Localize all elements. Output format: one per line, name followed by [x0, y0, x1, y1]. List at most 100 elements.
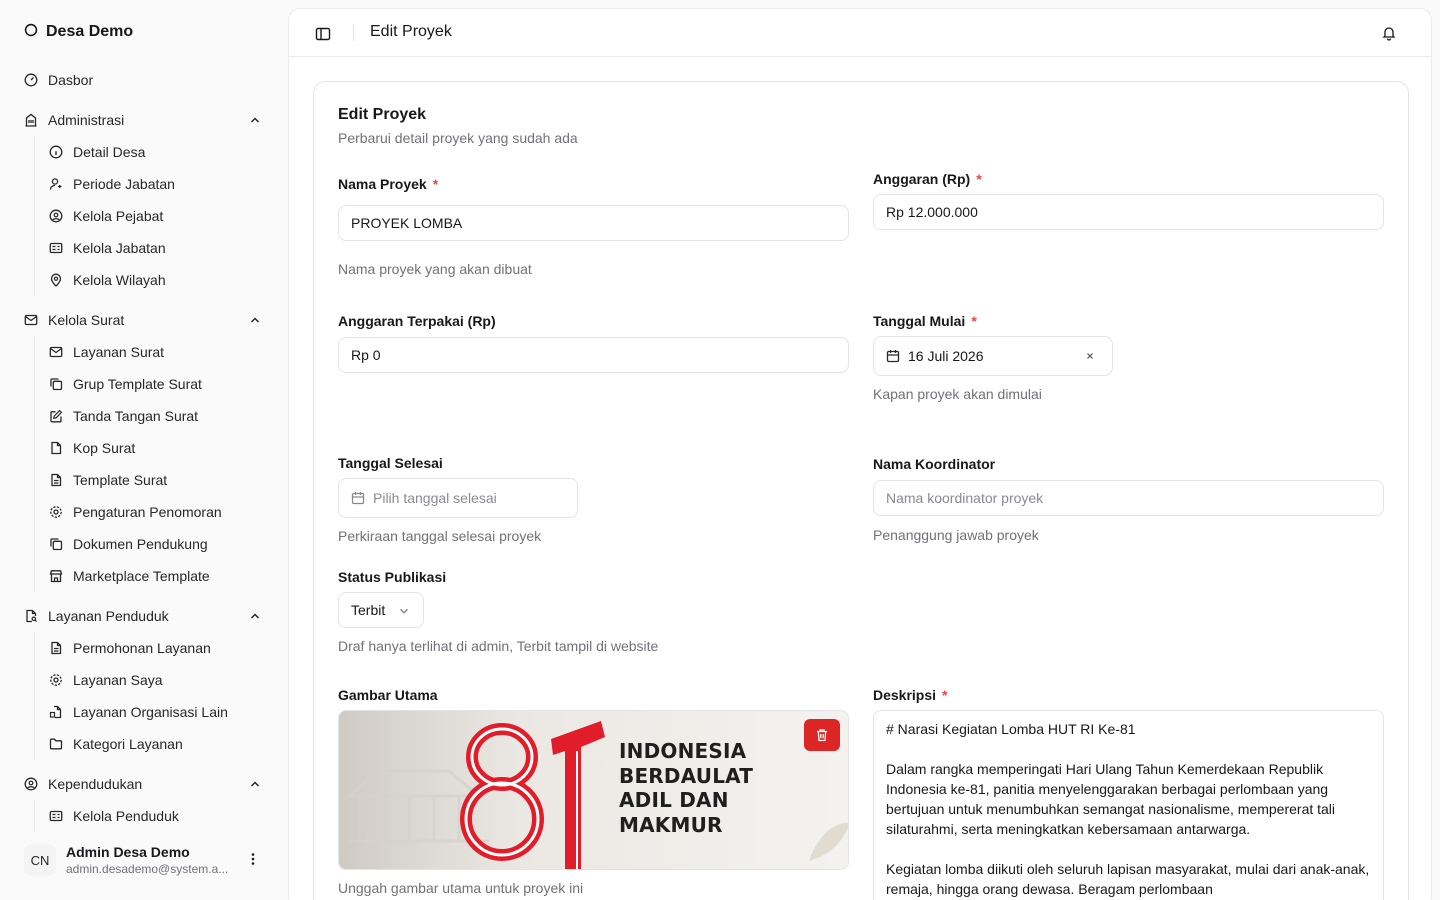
sidebar-item-label: Layanan Surat [73, 344, 165, 360]
sidebar-sublist-kelola-surat: Layanan Surat Grup Template Surat Tanda … [34, 336, 270, 592]
anggaran-value: Rp 12.000.000 [886, 204, 978, 220]
sidebar-group-layanan-penduduk[interactable]: Layanan Penduduk [16, 600, 272, 632]
user-name: Admin Desa Demo [66, 844, 190, 860]
deskripsi-label-text: Deskripsi [873, 687, 937, 703]
anggaran-label-text: Anggaran (Rp) [873, 171, 971, 187]
sidebar-item-tanda-tangan-surat[interactable]: Tanda Tangan Surat [35, 400, 270, 432]
sidebar-group-kelola-surat[interactable]: Kelola Surat [16, 304, 272, 336]
mail-icon [49, 345, 63, 359]
required-mark: * [942, 687, 948, 703]
gambar-utama-label: Gambar Utama [338, 687, 438, 703]
sidebar-group-kependudukan[interactable]: Kependudukan [16, 768, 272, 800]
nama-koordinator-help: Penanggung jawab proyek [873, 527, 1039, 543]
delete-image-button[interactable] [804, 719, 840, 751]
file-share-icon [49, 705, 63, 719]
chevron-up-icon [248, 777, 262, 791]
sidebar-item-label: Kelola Wilayah [73, 272, 166, 288]
sidebar-item-layanan-organisasi-lain[interactable]: Layanan Organisasi Lain [35, 696, 270, 728]
calendar-icon [886, 349, 900, 363]
sidebar-item-periode-jabatan[interactable]: Periode Jabatan [35, 168, 270, 200]
bell-icon[interactable] [1381, 25, 1397, 41]
tanggal-selesai-picker[interactable]: Pilih tanggal selesai [338, 478, 578, 518]
image-tagline: INDONESIA BERDAULAT ADIL DAN MAKMUR [619, 739, 753, 837]
sidebar-item-label: Layanan Organisasi Lain [73, 704, 228, 720]
sidebar-item-label: Periode Jabatan [73, 176, 175, 192]
sidebar-item-label: Tanda Tangan Surat [73, 408, 199, 424]
status-publikasi-select[interactable]: Terbit [338, 592, 425, 628]
sidebar-item-marketplace-template[interactable]: Marketplace Template [35, 560, 270, 592]
chevron-up-icon [248, 609, 262, 623]
sidebar-item-detail-desa[interactable]: Detail Desa [35, 136, 270, 168]
sidebar-group-administrasi[interactable]: Administrasi [16, 104, 272, 136]
id-card-icon [49, 241, 63, 255]
card-title: Edit Proyek [338, 106, 427, 123]
sidebar-item-dasbor[interactable]: Dasbor [16, 64, 272, 96]
card-subtitle: Perbarui detail proyek yang sudah ada [338, 130, 578, 146]
gear-icon [49, 505, 63, 519]
tanggal-mulai-label-text: Tanggal Mulai [873, 313, 966, 329]
store-icon [49, 569, 63, 583]
tanggal-mulai-picker[interactable]: 16 Juli 2026 [873, 336, 1113, 376]
brand[interactable]: Desa Demo [24, 20, 133, 44]
brand-name: Desa Demo [46, 23, 134, 40]
edit-project-card: Edit Proyek Perbarui detail proyek yang … [313, 81, 1409, 900]
sidebar-toggle-icon[interactable] [315, 26, 331, 42]
image-text-line: ADIL DAN [619, 788, 729, 812]
sidebar-item-dokumen-pendukung[interactable]: Dokumen Pendukung [35, 528, 270, 560]
topbar: Edit Proyek [289, 9, 1431, 57]
file-search-icon [24, 609, 38, 623]
deskripsi-paragraph: # Narasi Kegiatan Lomba HUT RI Ke-81 [886, 721, 1136, 737]
user-clock-icon [49, 177, 63, 191]
deskripsi-textarea[interactable]: # Narasi Kegiatan Lomba HUT RI Ke-81 Dal… [873, 710, 1384, 900]
gear-icon [49, 673, 63, 687]
clear-date-icon[interactable] [1084, 350, 1096, 362]
sidebar: Desa Demo Dasbor Administrasi Detail Des… [0, 0, 288, 900]
sidebar-item-layanan-surat[interactable]: Layanan Surat [35, 336, 270, 368]
tanggal-mulai-help: Kapan proyek akan dimulai [873, 386, 1042, 402]
copy-icon [49, 537, 63, 551]
user-circle-icon [49, 209, 63, 223]
sidebar-item-label: Marketplace Template [73, 568, 210, 584]
status-publikasi-label: Status Publikasi [338, 569, 447, 585]
status-publikasi-value: Terbit [351, 602, 386, 618]
sidebar-item-kop-surat[interactable]: Kop Surat [35, 432, 270, 464]
sidebar-item-label: Kelola Jabatan [73, 240, 166, 256]
sidebar-item-label: Pengaturan Penomoran [73, 504, 222, 520]
page-title: Edit Proyek [370, 23, 452, 40]
copy-icon [49, 377, 63, 391]
user-circle-icon [24, 777, 38, 791]
nama-proyek-label: Nama Proyek * [338, 176, 438, 192]
user-profile[interactable]: CN Admin Desa Demo admin.desademo@system… [16, 836, 272, 884]
sidebar-sublist-layanan-penduduk: Permohonan Layanan Layanan Saya Layanan … [34, 632, 270, 760]
topbar-divider [353, 25, 354, 41]
tanggal-mulai-value: 16 Juli 2026 [908, 348, 984, 364]
sidebar-item-permohonan-layanan[interactable]: Permohonan Layanan [35, 632, 270, 664]
sidebar-item-template-surat[interactable]: Template Surat [35, 464, 270, 496]
anggaran-terpakai-input[interactable]: Rp 0 [338, 337, 849, 373]
sidebar-item-kelola-jabatan[interactable]: Kelola Jabatan [35, 232, 270, 264]
nama-proyek-label-text: Nama Proyek [338, 176, 427, 192]
anggaran-input[interactable]: Rp 12.000.000 [873, 194, 1384, 230]
gambar-utama-preview: INDONESIA BERDAULAT ADIL DAN MAKMUR [338, 710, 849, 870]
gauge-icon [24, 73, 38, 87]
nama-proyek-input[interactable]: PROYEK LOMBA [338, 205, 849, 241]
id-card-icon [49, 809, 63, 823]
deskripsi-blank-line [886, 739, 1371, 759]
sidebar-item-grup-template-surat[interactable]: Grup Template Surat [35, 368, 270, 400]
sidebar-item-label: Dokumen Pendukung [73, 536, 208, 552]
sidebar-item-pengaturan-penomoran[interactable]: Pengaturan Penomoran [35, 496, 270, 528]
image-text-line: BERDAULAT [619, 763, 754, 788]
anggaran-terpakai-value: Rp 0 [351, 347, 381, 363]
sidebar-item-layanan-saya[interactable]: Layanan Saya [35, 664, 270, 696]
deskripsi-paragraph: Dalam rangka memperingati Hari Ulang Tah… [886, 761, 1336, 837]
nama-koordinator-input[interactable]: Nama koordinator proyek [873, 480, 1384, 516]
sidebar-item-kategori-layanan[interactable]: Kategori Layanan [35, 728, 270, 760]
calendar-icon [351, 491, 365, 505]
sidebar-item-kelola-wilayah[interactable]: Kelola Wilayah [35, 264, 270, 296]
building-icon [24, 113, 38, 127]
file-text-icon [49, 473, 63, 487]
sidebar-item-kelola-penduduk[interactable]: Kelola Penduduk [35, 800, 270, 832]
sidebar-item-kelola-pejabat[interactable]: Kelola Pejabat [35, 200, 270, 232]
more-vertical-icon[interactable] [246, 852, 260, 866]
sidebar-sublist-kependudukan: Kelola Penduduk [34, 800, 270, 832]
